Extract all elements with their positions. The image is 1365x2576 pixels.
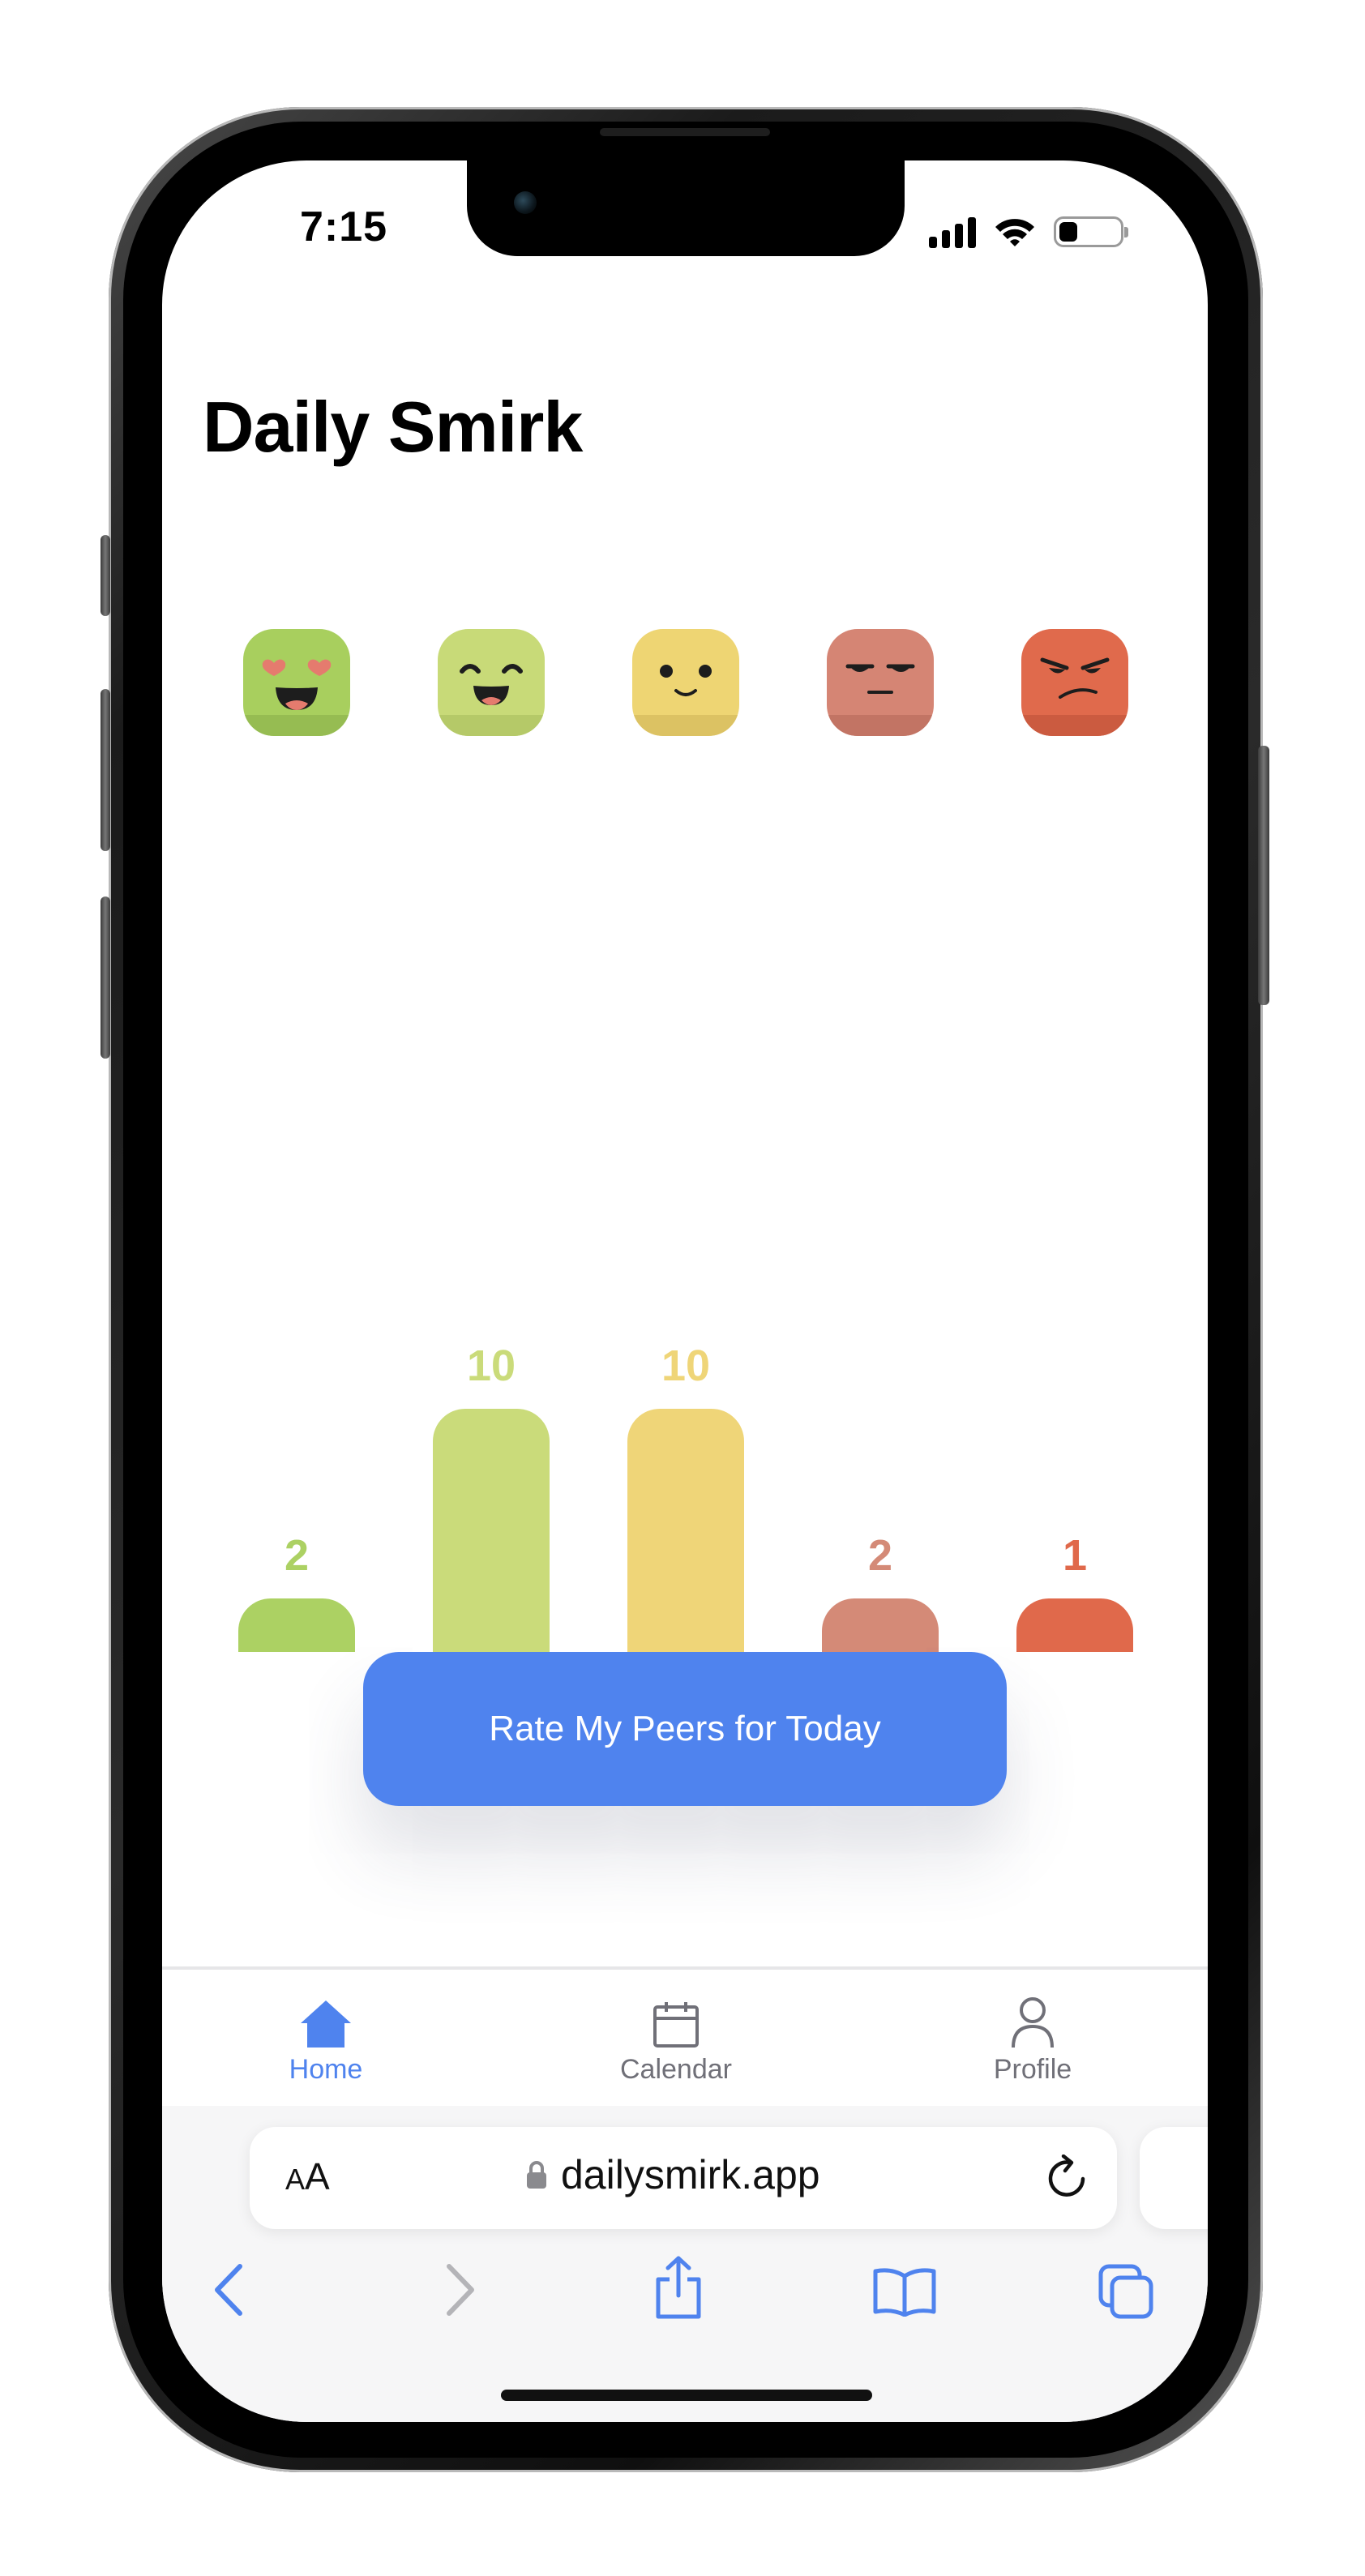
notch — [467, 160, 905, 256]
bar-label-neutral: 10 — [661, 1341, 711, 1390]
bar-label-angry: 1 — [1062, 1531, 1088, 1580]
mood-love-face[interactable] — [243, 629, 350, 736]
mood-annoyed-face[interactable] — [827, 629, 934, 736]
tab-bar: Home Calendar Profile — [162, 1966, 1208, 2109]
url-text: dailysmirk.app — [561, 2152, 820, 2197]
earpiece-speaker — [600, 128, 770, 136]
cellular-signal-icon — [929, 216, 976, 248]
browser-chrome: AA dailysmirk.app — [162, 2106, 1208, 2422]
grin-icon — [460, 664, 523, 705]
reload-icon[interactable] — [1046, 2155, 1088, 2200]
bar-happy — [433, 1409, 550, 1652]
smile-icon — [660, 665, 712, 696]
home-indicator[interactable] — [501, 2390, 872, 2401]
tabs-icon[interactable] — [1098, 2263, 1154, 2320]
wifi-icon — [995, 219, 1034, 246]
tab-profile-label: Profile — [993, 2054, 1072, 2085]
lock-icon — [527, 2161, 546, 2189]
mood-neutral-face[interactable] — [632, 629, 739, 736]
bar-annoyed — [822, 1598, 939, 1652]
bar-label-happy: 10 — [466, 1341, 516, 1390]
unamused-icon — [845, 664, 915, 694]
bar-neutral — [627, 1409, 744, 1652]
mood-row — [162, 629, 1208, 742]
angry-icon — [1040, 657, 1110, 699]
share-icon[interactable] — [652, 2255, 705, 2320]
battery-icon — [1054, 216, 1128, 247]
tab-home[interactable]: Home — [245, 1992, 407, 2086]
forward-icon[interactable] — [444, 2263, 477, 2317]
silent-switch — [101, 535, 110, 616]
tab-calendar[interactable]: Calendar — [595, 1992, 757, 2086]
text-size-button[interactable]: AA — [285, 2155, 330, 2198]
mood-happy-face[interactable] — [438, 629, 545, 736]
status-time: 7:15 — [299, 203, 388, 250]
front-camera — [514, 191, 537, 214]
bar-love — [238, 1598, 355, 1652]
tab-home-label: Home — [289, 2054, 363, 2085]
tab-calendar-label: Calendar — [620, 2054, 732, 2085]
volume-down-button — [101, 896, 110, 1059]
bookmarks-icon[interactable] — [872, 2266, 937, 2317]
home-icon — [245, 1992, 407, 2049]
next-tab-peek[interactable] — [1140, 2127, 1208, 2229]
mood-chart: 2 10 10 2 1 — [162, 1117, 1208, 1652]
power-button — [1258, 746, 1269, 1005]
rate-peers-button[interactable]: Rate My Peers for Today — [363, 1652, 1007, 1806]
tab-profile[interactable]: Profile — [952, 1992, 1114, 2086]
mood-angry-face[interactable] — [1021, 629, 1128, 736]
url-group: dailysmirk.app — [525, 2151, 820, 2198]
volume-up-button — [101, 689, 110, 851]
bar-angry — [1016, 1598, 1133, 1652]
status-icons — [929, 214, 1128, 250]
text-size-label: AA — [285, 2155, 330, 2197]
profile-icon — [952, 1992, 1114, 2049]
back-icon[interactable] — [212, 2263, 245, 2317]
calendar-icon — [595, 1992, 757, 2049]
bar-label-annoyed: 2 — [867, 1531, 893, 1580]
heart-eyes-icon — [262, 659, 332, 710]
bar-label-love: 2 — [284, 1531, 310, 1580]
screen: 7:15 Daily Smirk 2 10 10 2 1 Rate My Pee… — [162, 160, 1208, 2422]
address-bar[interactable]: AA dailysmirk.app — [250, 2127, 1117, 2229]
page-title: Daily Smirk — [203, 387, 583, 467]
